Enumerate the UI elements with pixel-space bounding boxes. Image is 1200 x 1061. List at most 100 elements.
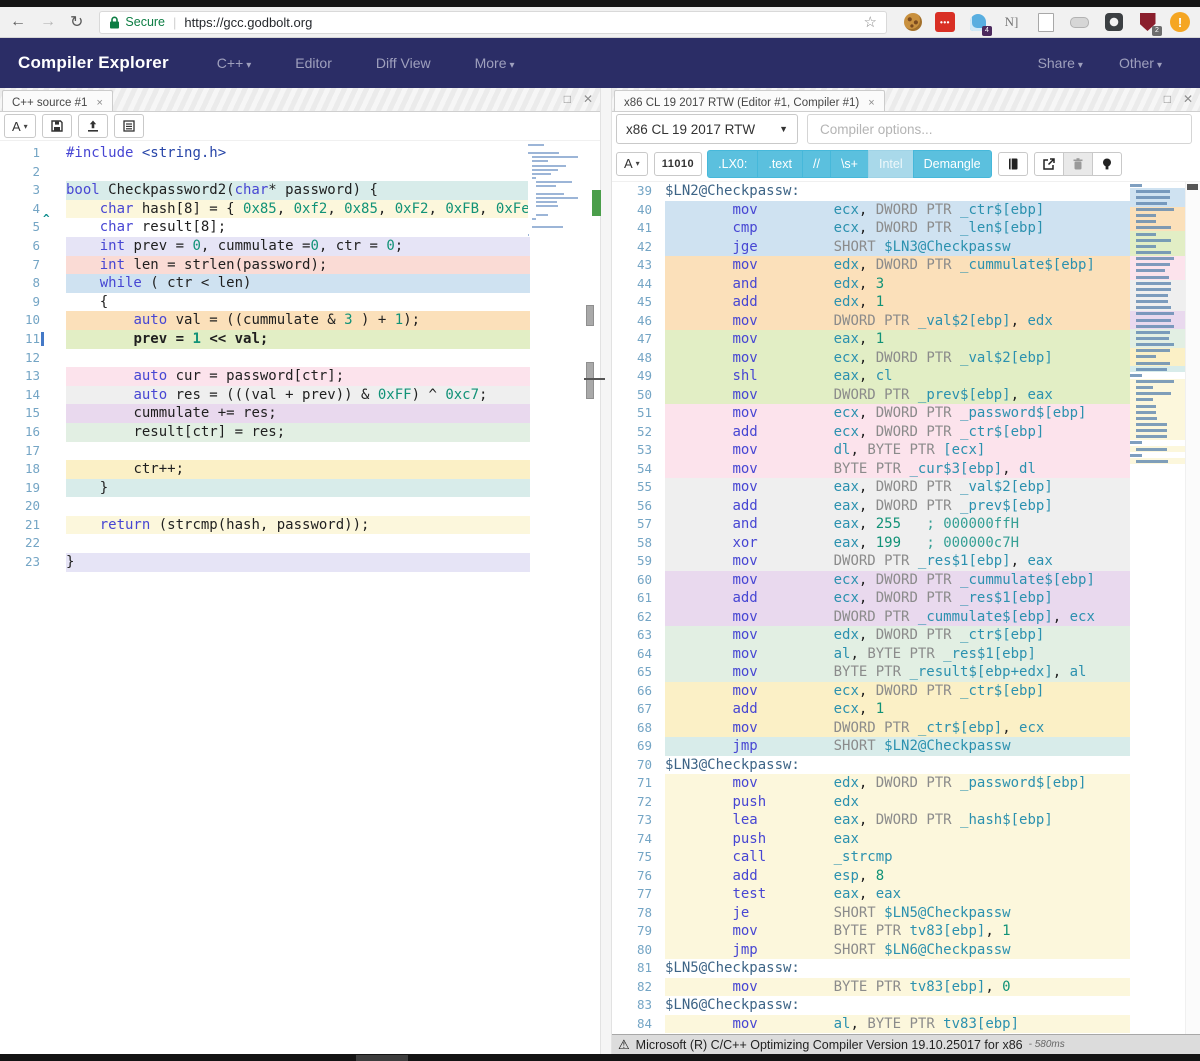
binary-toggle-button[interactable]: 11010 (654, 152, 702, 176)
tab-close-icon[interactable]: × (96, 97, 102, 109)
assembly-editor[interactable]: 39$LN2@Checkpassw:40 mov ecx, DWORD PTR … (612, 182, 1200, 1034)
compiler-select[interactable]: x86 CL 19 2017 RTW ▼ (616, 114, 798, 144)
cookie-extension-icon[interactable] (901, 11, 924, 34)
adblock-shield-extension-icon[interactable]: 2 (1136, 11, 1159, 34)
assembly-scrollbar-thumb[interactable] (1187, 184, 1198, 190)
source-line-10[interactable]: 10 auto val = ((cummulate & 3 ) + 1); (0, 311, 530, 330)
libraries-button[interactable] (998, 152, 1028, 176)
asm-line-81[interactable]: 81$LN5@Checkpassw: (612, 959, 1130, 978)
asm-line-80[interactable]: 80 jmp SHORT $LN6@Checkpassw (612, 941, 1130, 960)
source-line-19[interactable]: 19 } (0, 479, 530, 498)
source-line-5[interactable]: 5 char result[8]; (0, 218, 530, 237)
asm-line-74[interactable]: 74 push eax (612, 830, 1130, 849)
filter-button-[interactable]: // (802, 150, 831, 178)
url-text[interactable]: https://gcc.godbolt.org (184, 15, 857, 30)
fold-caret-icon[interactable]: ^ (43, 212, 50, 225)
nav-item-diff-view[interactable]: Diff View (376, 55, 431, 71)
asm-line-65[interactable]: 65 mov BYTE PTR _result$[ebp+edx], al (612, 663, 1130, 682)
source-line-13[interactable]: 13 auto cur = password[ctr]; (0, 367, 530, 386)
asm-line-43[interactable]: 43 mov edx, DWORD PTR _cummulate$[ebp] (612, 256, 1130, 275)
asm-line-79[interactable]: 79 mov BYTE PTR tv83[ebp], 1 (612, 922, 1130, 941)
document-extension-icon[interactable] (1034, 11, 1057, 34)
asm-line-50[interactable]: 50 mov DWORD PTR _prev$[ebp], eax (612, 386, 1130, 405)
template-button[interactable] (114, 114, 144, 138)
password-manager-extension-icon[interactable]: ••• (935, 12, 955, 32)
filter-button-demangle[interactable]: Demangle (913, 150, 992, 178)
filter-button-text[interactable]: .text (757, 150, 803, 178)
alert-extension-icon[interactable]: ! (1170, 12, 1190, 32)
asm-line-59[interactable]: 59 mov DWORD PTR _res$1[ebp], eax (612, 552, 1130, 571)
asm-line-61[interactable]: 61 add ecx, DWORD PTR _res$1[ebp] (612, 589, 1130, 608)
asm-line-66[interactable]: 66 mov ecx, DWORD PTR _ctr$[ebp] (612, 682, 1130, 701)
font-size-button[interactable]: A ▾ (4, 114, 36, 138)
asm-line-57[interactable]: 57 and eax, 255 ; 000000ffH (612, 515, 1130, 534)
asm-line-47[interactable]: 47 mov eax, 1 (612, 330, 1130, 349)
reload-icon[interactable]: ↻ (70, 12, 83, 32)
tab-cpp-source[interactable]: C++ source #1 × (2, 90, 113, 111)
source-line-9[interactable]: 9 { (0, 293, 530, 312)
asm-line-69[interactable]: 69 jmp SHORT $LN2@Checkpassw (612, 737, 1130, 756)
source-line-16[interactable]: 16 result[ctr] = res; (0, 423, 530, 442)
forward-icon[interactable]: → (40, 13, 56, 31)
source-line-1[interactable]: 1#include <string.h> (0, 144, 530, 163)
source-line-21[interactable]: 21 return (strcmp(hash, password)); (0, 516, 530, 535)
asm-line-84[interactable]: 84 mov al, BYTE PTR tv83[ebp] (612, 1015, 1130, 1034)
asm-line-45[interactable]: 45 add edx, 1 (612, 293, 1130, 312)
pill-extension-icon[interactable] (1068, 11, 1091, 34)
asm-line-62[interactable]: 62 mov DWORD PTR _cummulate$[ebp], ecx (612, 608, 1130, 627)
editor-scrollbar-thumb[interactable] (586, 305, 594, 326)
asm-line-54[interactable]: 54 mov BYTE PTR _cur$3[ebp], dl (612, 460, 1130, 479)
source-minimap[interactable] (528, 143, 578, 237)
asm-line-58[interactable]: 58 xor eax, 199 ; 000000c7H (612, 534, 1130, 553)
asm-line-40[interactable]: 40 mov ecx, DWORD PTR _ctr$[ebp] (612, 201, 1130, 220)
ideas-button[interactable] (1092, 152, 1122, 176)
asm-line-41[interactable]: 41 cmp ecx, DWORD PTR _len$[ebp] (612, 219, 1130, 238)
clipper-extension-icon[interactable]: N] (1000, 11, 1023, 34)
asm-line-67[interactable]: 67 add ecx, 1 (612, 700, 1130, 719)
source-editor[interactable]: ^ 1#include <string.h>23bool Checkpasswo… (0, 141, 600, 1054)
source-line-7[interactable]: 7 int len = strlen(password); (0, 256, 530, 275)
source-line-23[interactable]: 23} (0, 553, 530, 572)
nav-item-editor[interactable]: Editor (295, 55, 332, 71)
asm-line-73[interactable]: 73 lea eax, DWORD PTR _hash$[ebp] (612, 811, 1130, 830)
compiler-options-input[interactable] (807, 114, 1192, 144)
asm-line-55[interactable]: 55 mov eax, DWORD PTR _val$2[ebp] (612, 478, 1130, 497)
asm-line-64[interactable]: 64 mov al, BYTE PTR _res$1[ebp] (612, 645, 1130, 664)
source-line-12[interactable]: 12 (0, 349, 530, 368)
source-line-14[interactable]: 14 auto res = (((val + prev)) & 0xFF) ^ … (0, 386, 530, 405)
source-line-2[interactable]: 2 (0, 163, 530, 182)
asm-line-78[interactable]: 78 je SHORT $LN5@Checkpassw (612, 904, 1130, 923)
maximize-icon[interactable]: □ (1164, 92, 1171, 106)
filter-button-lx0[interactable]: .LX0: (707, 150, 758, 178)
source-line-8[interactable]: 8 while ( ctr < len) (0, 274, 530, 293)
ghostery-extension-icon[interactable]: 4 (966, 11, 989, 34)
source-line-4[interactable]: 4 char hash[8] = { 0x85, 0xf2, 0x85, 0xF… (0, 200, 530, 219)
assembly-minimap[interactable] (1130, 182, 1185, 464)
source-line-20[interactable]: 20 (0, 497, 530, 516)
maximize-icon[interactable]: □ (564, 92, 571, 106)
asm-line-83[interactable]: 83$LN6@Checkpassw: (612, 996, 1130, 1015)
open-external-button[interactable] (1034, 152, 1064, 176)
asm-line-44[interactable]: 44 and edx, 3 (612, 275, 1130, 294)
asm-line-71[interactable]: 71 mov edx, DWORD PTR _password$[ebp] (612, 774, 1130, 793)
asm-line-46[interactable]: 46 mov DWORD PTR _val$2[ebp], edx (612, 312, 1130, 331)
horizontal-scrollbar-thumb[interactable] (356, 1055, 408, 1061)
asm-line-76[interactable]: 76 add esp, 8 (612, 867, 1130, 886)
asm-line-75[interactable]: 75 call _strcmp (612, 848, 1130, 867)
asm-line-49[interactable]: 49 shl eax, cl (612, 367, 1130, 386)
source-line-17[interactable]: 17 (0, 442, 530, 461)
source-line-11[interactable]: 11 prev = 1 << val; (0, 330, 530, 349)
nav-item-other[interactable]: Other▾ (1119, 55, 1162, 71)
url-bar[interactable]: Secure | https://gcc.godbolt.org ☆ (99, 11, 887, 34)
close-pane-icon[interactable]: ✕ (1183, 92, 1193, 106)
tab-compiler-output[interactable]: x86 CL 19 2017 RTW (Editor #1, Compiler … (614, 90, 885, 111)
nav-item-more[interactable]: More▾ (475, 55, 515, 71)
nav-item-c-[interactable]: C++▾ (217, 55, 252, 71)
asm-line-70[interactable]: 70$LN3@Checkpassw: (612, 756, 1130, 775)
source-line-18[interactable]: 18 ctr++; (0, 460, 530, 479)
filter-button-intel[interactable]: Intel (868, 150, 914, 178)
bookmark-star-icon[interactable]: ☆ (864, 13, 877, 31)
splitter-handle[interactable] (584, 378, 605, 380)
dark-app-extension-icon[interactable] (1102, 11, 1125, 34)
back-icon[interactable]: ← (10, 13, 26, 31)
